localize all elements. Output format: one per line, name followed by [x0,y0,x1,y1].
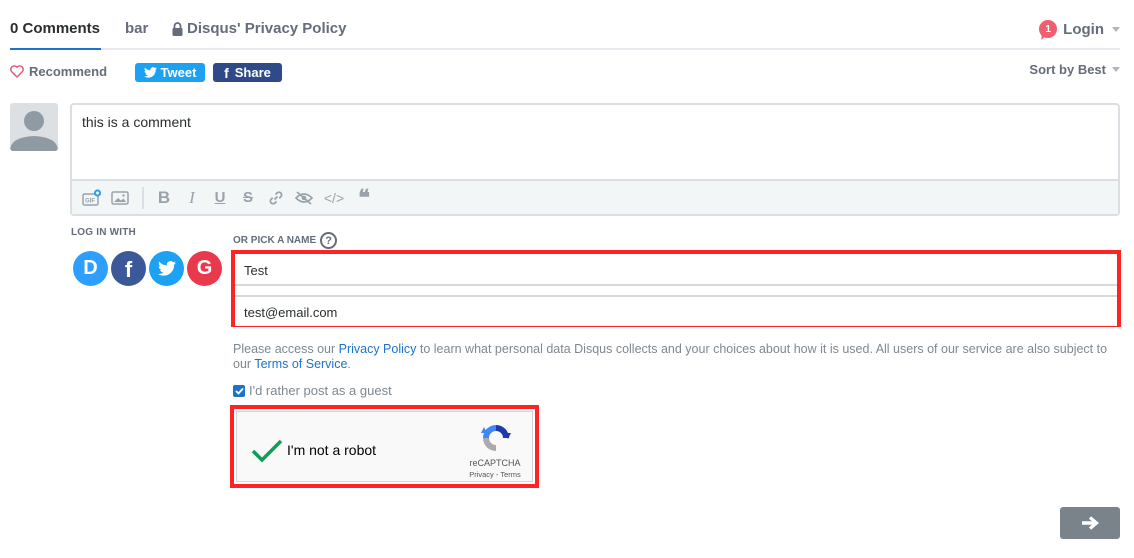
checkmark-icon [234,387,244,395]
italic-icon[interactable]: I [182,188,202,208]
user-placeholder-icon [10,111,58,151]
chevron-down-icon [1112,67,1120,72]
privacy-notice: Please access our Privacy Policy to lear… [233,342,1113,372]
recommend-button[interactable]: Recommend [10,64,107,79]
tab-comments[interactable]: 0 Comments [10,20,102,50]
disqus-login-button[interactable]: D [73,251,108,286]
avatar [10,103,58,151]
facebook-icon: f [224,64,229,81]
twitter-bird-icon [143,67,157,78]
tab-privacy-policy[interactable]: Disqus' Privacy Policy [172,20,346,37]
twitter-bird-icon [157,261,176,276]
share-label: Share [234,65,271,80]
spoiler-icon[interactable] [294,188,314,208]
name-input[interactable] [235,256,1117,284]
login-menu[interactable]: 1 Login [1039,20,1120,38]
gif-icon[interactable]: GIF [82,188,102,208]
guest-checkbox[interactable] [233,384,245,397]
strikethrough-icon[interactable]: S [238,188,258,208]
notification-badge[interactable]: 1 [1039,20,1058,38]
heart-icon [10,65,24,78]
toolbar-divider [142,186,144,209]
google-login-button[interactable]: G [187,251,222,286]
facebook-icon: f [124,257,133,282]
tweet-label: Tweet [160,65,197,80]
chevron-down-icon [1112,26,1120,32]
twitter-login-button[interactable] [149,251,184,286]
arrow-right-icon [1082,516,1099,530]
quote-icon[interactable]: ❝ [354,185,374,211]
guest-checkbox-label: I'd rather post as a guest [249,383,392,398]
recaptcha-links[interactable]: Privacy - Terms [465,470,525,479]
field-divider [235,284,1117,286]
recaptcha-logo-icon [481,425,511,451]
recommend-label: Recommend [29,64,108,79]
code-icon[interactable]: </> [322,188,346,208]
guest-fields-highlight [231,250,1121,327]
policy-text: . [347,357,351,371]
underline-icon[interactable]: U [210,188,230,208]
captcha-checkmark-icon[interactable] [251,434,283,466]
disqus-icon: D [83,257,98,279]
comment-textarea[interactable]: this is a comment [82,114,191,130]
help-icon[interactable]: ? [320,232,338,249]
facebook-share-button[interactable]: f Share [213,63,282,82]
captcha-highlight: I'm not a robot reCAPTCHA Privacy - Term… [230,405,539,488]
sort-label: Sort by Best [1029,62,1106,77]
pick-name-text: OR PICK A NAME [233,235,317,246]
email-input[interactable] [235,298,1117,326]
link-icon[interactable] [266,188,286,208]
lock-icon [172,21,183,36]
sort-dropdown[interactable]: Sort by Best [1029,62,1120,77]
login-label: Login [1063,20,1104,38]
policy-text: Please access our [233,342,339,356]
login-with-label: LOG IN WITH [71,227,136,238]
post-comment-button[interactable] [1060,507,1120,539]
tab-community[interactable]: bar [125,20,148,37]
comments-nav: 0 Comments bar Disqus' Privacy Policy 1 … [10,0,1120,50]
comment-editor[interactable]: this is a comment GIF B I U S </> ❝ [70,103,1120,216]
bold-icon[interactable]: B [154,188,174,208]
field-divider [235,295,1117,297]
facebook-login-button[interactable]: f [111,251,146,286]
terms-of-service-link[interactable]: Terms of Service [254,357,347,371]
google-icon: G [196,257,213,279]
svg-text:GIF: GIF [85,198,95,204]
tweet-button[interactable]: Tweet [135,63,205,82]
guest-checkbox-row[interactable]: I'd rather post as a guest [233,383,392,398]
recaptcha-widget: I'm not a robot reCAPTCHA Privacy - Term… [236,411,533,482]
pick-name-label: OR PICK A NAME ? [233,232,338,249]
formatting-toolbar: GIF B I U S </> ❝ [72,179,1118,214]
captcha-label: I'm not a robot [287,442,377,458]
image-icon[interactable] [110,188,130,208]
privacy-tab-label: Disqus' Privacy Policy [187,20,347,37]
recaptcha-brand: reCAPTCHA [469,458,521,468]
privacy-policy-link[interactable]: Privacy Policy [339,342,417,356]
